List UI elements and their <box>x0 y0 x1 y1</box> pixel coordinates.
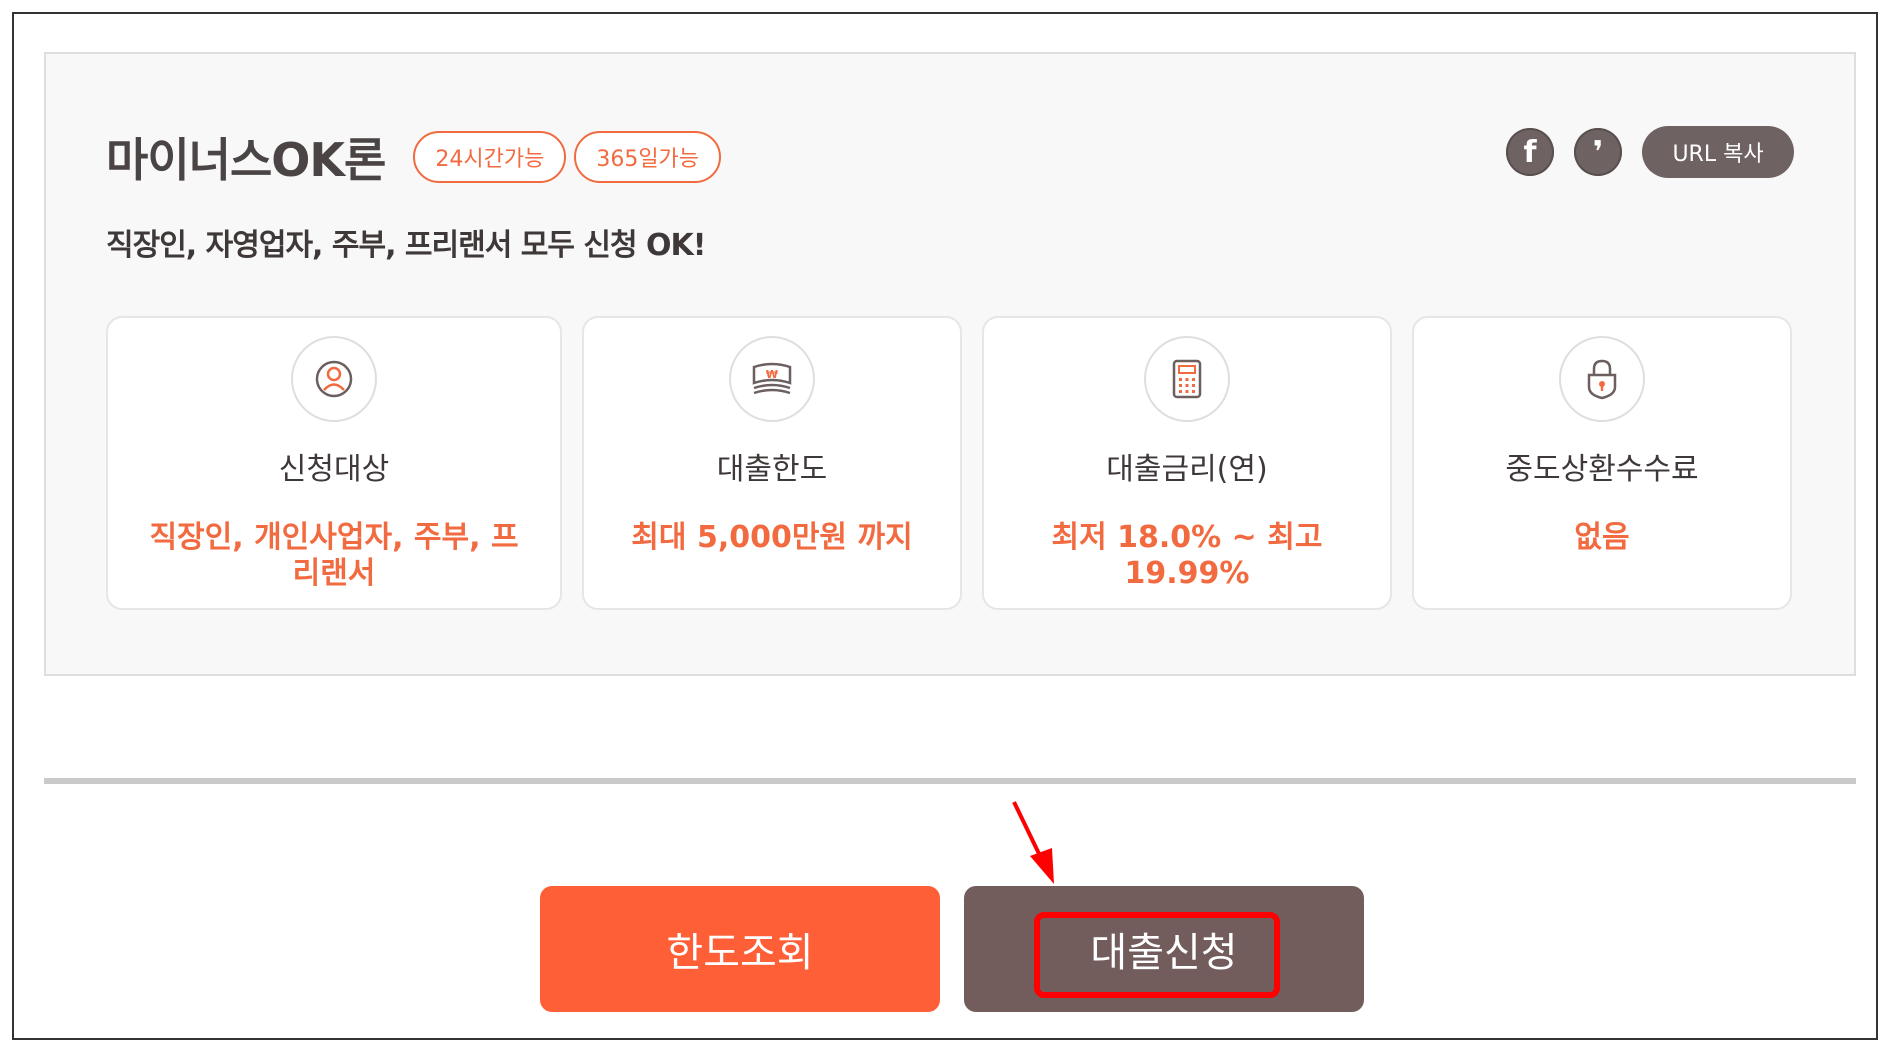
limit-check-button[interactable]: 한도조회 <box>540 886 940 1012</box>
person-icon <box>291 336 377 422</box>
info-label: 대출한도 <box>716 452 828 487</box>
pointer-arrow-icon <box>1012 801 1054 884</box>
product-title: 마이너스OK론 <box>106 133 386 187</box>
svg-text:₩: ₩ <box>766 368 778 381</box>
info-label: 대출금리(연) <box>1106 452 1268 487</box>
page-frame: 마이너스OK론 24시간가능 365일가능 f ❜ URL 복사 직장인, 자영… <box>12 12 1878 1040</box>
info-card-rate: 대출금리(연) 최저 18.0% ~ 최고 19.99% <box>982 316 1392 610</box>
badge-365-days: 365일가능 <box>574 131 722 183</box>
lock-icon <box>1559 336 1645 422</box>
kakao-share-icon[interactable]: ❜ <box>1574 128 1622 176</box>
info-label: 신청대상 <box>278 452 390 487</box>
calculator-icon <box>1144 336 1230 422</box>
info-value: 없음 <box>1574 520 1630 555</box>
info-label: 중도상환수수료 <box>1505 452 1699 487</box>
badge-24-hours: 24시간가능 <box>413 131 567 183</box>
info-value: 최저 18.0% ~ 최고 19.99% <box>1051 520 1323 591</box>
info-value: 직장인, 개인사업자, 주부, 프리랜서 <box>149 520 519 591</box>
share-bar: f ❜ URL 복사 <box>1506 126 1794 178</box>
info-card-limit: ₩ 대출한도 최대 5,000만원 까지 <box>582 316 962 610</box>
title-row: 마이너스OK론 24시간가능 365일가능 <box>106 124 722 190</box>
info-card-target: 신청대상 직장인, 개인사업자, 주부, 프리랜서 <box>106 316 562 610</box>
url-copy-button[interactable]: URL 복사 <box>1642 126 1794 178</box>
apply-highlight-box <box>1034 912 1280 998</box>
won-money-icon: ₩ <box>729 336 815 422</box>
facebook-share-icon[interactable]: f <box>1506 128 1554 176</box>
info-card-fee: 중도상환수수료 없음 <box>1412 316 1792 610</box>
section-divider <box>44 778 1856 784</box>
info-value: 최대 5,000만원 까지 <box>631 520 913 555</box>
product-subtitle: 직장인, 자영업자, 주부, 프리랜서 모두 신청 OK! <box>106 228 706 263</box>
product-card: 마이너스OK론 24시간가능 365일가능 f ❜ URL 복사 직장인, 자영… <box>44 52 1856 676</box>
